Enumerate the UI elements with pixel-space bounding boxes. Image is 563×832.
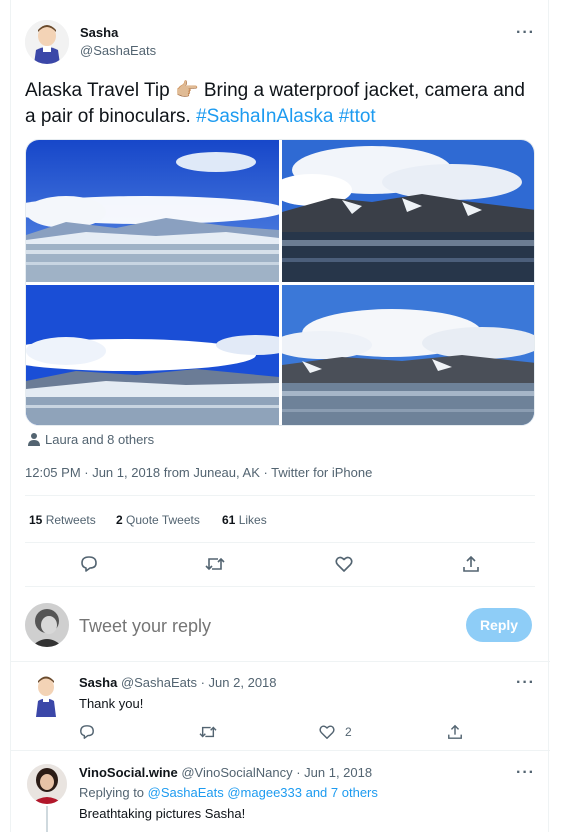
photo-glacier-1[interactable] bbox=[26, 140, 279, 282]
reply-like-count: 2 bbox=[345, 725, 352, 739]
quotes-stat[interactable]: 2 Quote Tweets bbox=[116, 513, 200, 527]
more-icon[interactable]: ··· bbox=[516, 674, 535, 692]
reply-handle-date[interactable]: @SashaEats · Jun 2, 2018 bbox=[121, 675, 277, 690]
like-icon[interactable] bbox=[335, 555, 353, 573]
reply-text: Thank you! bbox=[79, 696, 144, 711]
photo-glacier-4[interactable] bbox=[282, 285, 534, 425]
more-icon[interactable]: ··· bbox=[516, 24, 535, 42]
retweets-count: 15 bbox=[29, 513, 43, 527]
reply-input[interactable] bbox=[79, 611, 459, 641]
replying-to-prefix: Replying to bbox=[79, 785, 145, 800]
thread-line bbox=[46, 806, 48, 832]
reply-handle-date[interactable]: @VinoSocialNancy · Jun 1, 2018 bbox=[181, 765, 372, 780]
retweets-stat[interactable]: 15 Retweets bbox=[29, 513, 96, 527]
reply-text: Breathtaking pictures Sasha! bbox=[79, 806, 246, 821]
more-icon[interactable]: ··· bbox=[516, 764, 535, 782]
photo-glacier-3[interactable] bbox=[26, 285, 279, 425]
author-name[interactable]: Sasha bbox=[80, 25, 118, 40]
retweet-icon[interactable] bbox=[199, 724, 217, 740]
author-handle[interactable]: @SashaEats bbox=[80, 43, 156, 58]
share-icon[interactable] bbox=[462, 555, 480, 573]
hashtag-link[interactable]: #ttot bbox=[339, 106, 376, 127]
reply-author-avatar[interactable] bbox=[27, 764, 67, 804]
replying-to-users[interactable]: @SashaEats @magee333 and 7 others bbox=[148, 785, 378, 800]
likes-count: 61 bbox=[222, 513, 236, 527]
quotes-label: Quote Tweets bbox=[126, 513, 200, 527]
author-avatar[interactable] bbox=[25, 20, 69, 64]
reply-icon[interactable] bbox=[79, 724, 95, 740]
tagged-people[interactable]: Laura and 8 others bbox=[45, 432, 154, 447]
retweet-icon[interactable] bbox=[205, 555, 225, 573]
divider bbox=[11, 661, 550, 662]
reply-header: VinoSocial.wine @VinoSocialNancy · Jun 1… bbox=[79, 765, 372, 780]
replying-to-line: Replying to @SashaEats @magee333 and 7 o… bbox=[79, 785, 378, 800]
share-icon[interactable] bbox=[447, 724, 463, 740]
reply-button[interactable]: Reply bbox=[466, 608, 532, 642]
quotes-count: 2 bbox=[116, 513, 123, 527]
retweets-label: Retweets bbox=[45, 513, 96, 527]
tweet-text: Alaska Travel Tip 👉🏼 Bring a waterproof … bbox=[25, 78, 540, 130]
reply-author-avatar[interactable] bbox=[29, 673, 63, 717]
photo-glacier-2[interactable] bbox=[282, 140, 534, 282]
divider bbox=[25, 495, 535, 496]
likes-label: Likes bbox=[238, 513, 267, 527]
photo-grid bbox=[25, 139, 535, 426]
divider bbox=[25, 586, 535, 587]
tweet-timestamp[interactable]: 12:05 PM · Jun 1, 2018 from Juneau, AK ·… bbox=[25, 465, 372, 480]
divider bbox=[11, 750, 550, 751]
divider bbox=[25, 542, 535, 543]
hashtag-link[interactable]: #SashaInAlaska bbox=[196, 106, 333, 127]
reply-header: Sasha @SashaEats · Jun 2, 2018 bbox=[79, 675, 277, 690]
tag-person-icon bbox=[27, 432, 41, 446]
reply-icon[interactable] bbox=[80, 555, 98, 573]
reply-author-name[interactable]: Sasha bbox=[79, 675, 117, 690]
reply-author-name[interactable]: VinoSocial.wine bbox=[79, 765, 178, 780]
like-icon[interactable] bbox=[319, 724, 335, 740]
tweet-thread: Sasha @SashaEats ··· Alaska Travel Tip 👉… bbox=[10, 0, 550, 832]
likes-stat[interactable]: 61 Likes bbox=[222, 513, 267, 527]
current-user-avatar[interactable] bbox=[25, 603, 69, 647]
